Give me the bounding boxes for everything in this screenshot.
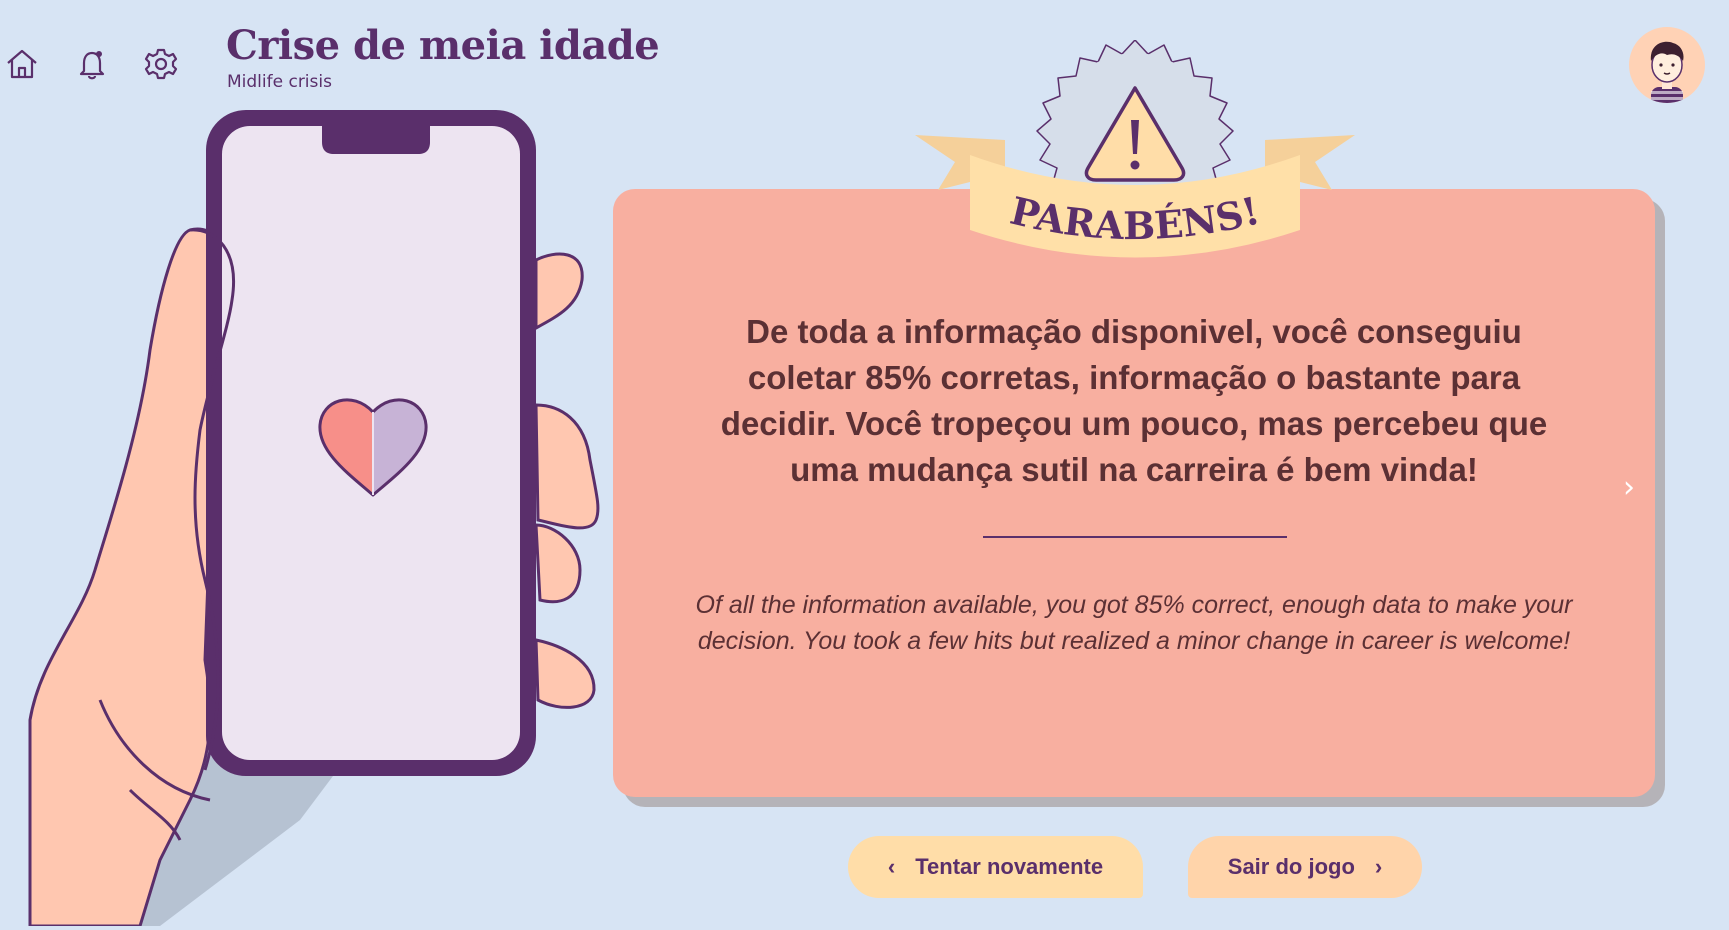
- avatar[interactable]: [1629, 27, 1705, 103]
- result-text-en: Of all the information available, you go…: [695, 591, 1573, 655]
- congrats-badge: PARABÉNS!: [910, 39, 1360, 270]
- bell-icon[interactable]: [72, 44, 112, 84]
- chevron-left-icon: ‹: [887, 854, 896, 879]
- exit-game-button[interactable]: Sair do jogo ›: [1188, 836, 1422, 898]
- phone-illustration: [0, 100, 610, 928]
- exit-label: Sair do jogo: [1227, 854, 1355, 879]
- gear-icon[interactable]: [141, 44, 181, 84]
- page-subtitle: Midlife crisis: [227, 72, 332, 92]
- divider: [983, 536, 1287, 538]
- result-text-pt: De toda a informação disponivel, você co…: [720, 313, 1548, 488]
- chevron-right-icon: ›: [1374, 854, 1383, 879]
- home-icon[interactable]: [2, 44, 42, 84]
- result-card: De toda a informação disponivel, você co…: [613, 189, 1655, 797]
- retry-label: Tentar novamente: [915, 854, 1104, 879]
- next-arrow-button[interactable]: ›: [1623, 473, 1635, 503]
- page-title: Crise de meia idade: [226, 22, 660, 69]
- retry-button[interactable]: ‹ Tentar novamente: [848, 836, 1143, 898]
